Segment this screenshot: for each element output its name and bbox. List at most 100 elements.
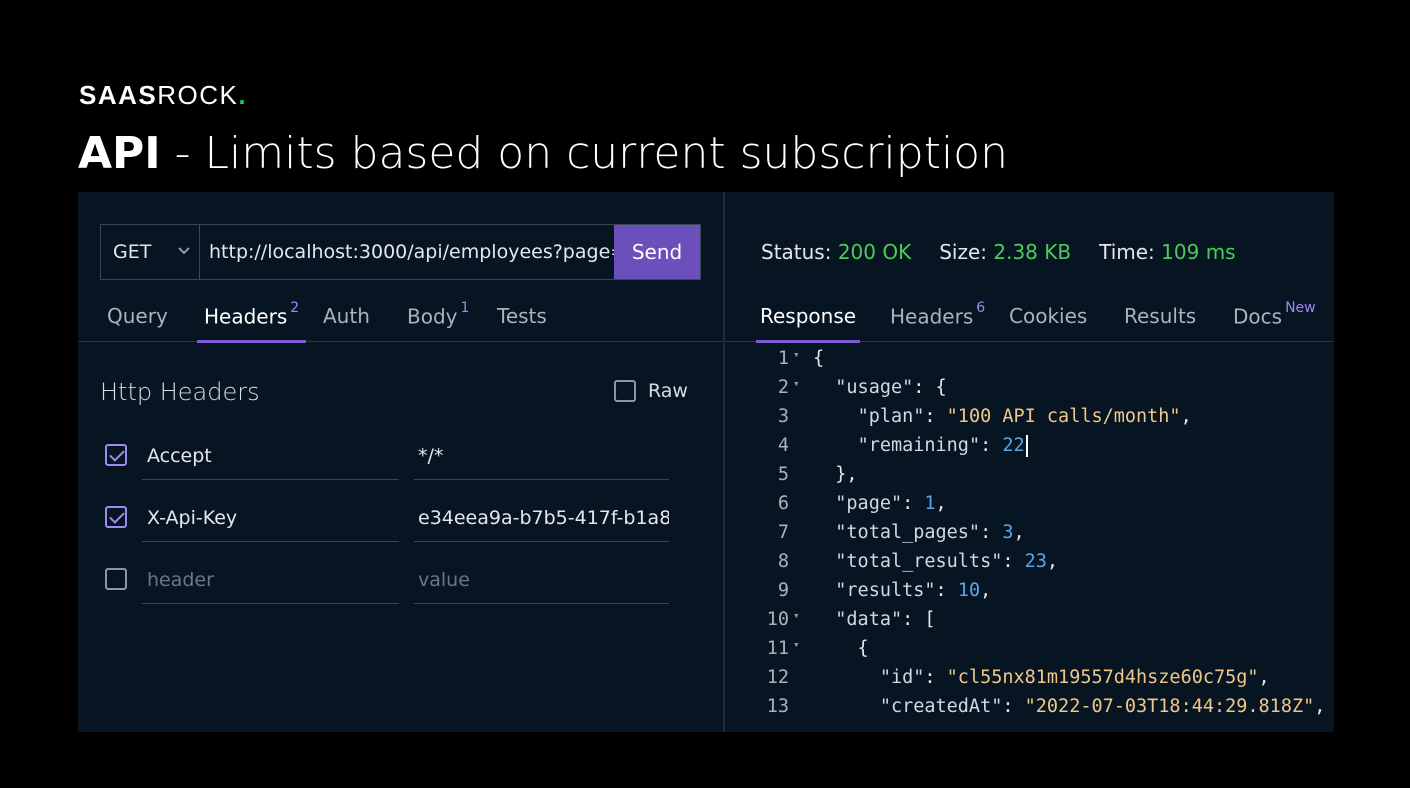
- tab-response-label: Response: [760, 304, 857, 328]
- tab-docs-badge: New: [1285, 300, 1316, 316]
- chevron-down-icon: [178, 247, 190, 255]
- line-number: 2: [777, 377, 789, 398]
- header-enabled-checkbox[interactable]: [105, 444, 127, 466]
- line-number: 8: [777, 551, 789, 572]
- code-line: 9 "results": 10,: [725, 576, 1334, 605]
- method-select[interactable]: GET: [101, 225, 200, 279]
- tab-response-headers-label: Headers: [890, 304, 974, 329]
- tab-query[interactable]: Query: [107, 304, 168, 342]
- code-text: "usage": {: [835, 377, 947, 398]
- api-client-window: GET http://localhost:3000/api/employees?…: [78, 192, 1334, 732]
- code-line: 11 ▾ {: [725, 634, 1334, 663]
- time-item: Time: 109 ms: [1099, 240, 1235, 264]
- tab-tests-label: Tests: [497, 304, 547, 328]
- page-title: API - Limits based on current subscripti…: [78, 128, 1008, 180]
- url-input[interactable]: http://localhost:3000/api/employees?page…: [200, 225, 614, 279]
- code-line: 2 ▾ "usage": {: [725, 373, 1334, 402]
- tab-response[interactable]: Response: [756, 304, 861, 343]
- header-value-input[interactable]: */*: [414, 432, 669, 480]
- code-line: 1 ▾ {: [725, 344, 1334, 373]
- response-tabs: Response Headers 6 Cookies Results Docs Ne…: [725, 300, 1334, 343]
- time-value: 109 ms: [1161, 240, 1236, 264]
- code-line: 5 },: [725, 460, 1334, 489]
- line-number: 10: [766, 609, 789, 630]
- header-key-input[interactable]: X-Api-Key: [142, 494, 399, 542]
- line-number: 1: [777, 348, 789, 369]
- fold-arrow-icon[interactable]: ▾: [793, 377, 800, 390]
- brand-logo: SAASROCK.: [79, 80, 247, 111]
- status-label: Status:: [761, 240, 832, 264]
- text-cursor: [1025, 435, 1028, 457]
- brand-logo-bold: SAAS: [79, 80, 158, 110]
- size-value: 2.38 KB: [993, 240, 1072, 264]
- raw-label: Raw: [648, 380, 688, 402]
- line-number: 3: [777, 406, 789, 427]
- tab-auth[interactable]: Auth: [323, 304, 370, 342]
- section-title: Http Headers: [100, 378, 260, 406]
- new-header-row: header value: [105, 556, 675, 604]
- brand-logo-light: ROCK: [157, 80, 239, 110]
- code-text: {: [813, 348, 825, 369]
- code-text: },: [813, 464, 858, 485]
- tab-results-label: Results: [1124, 304, 1197, 328]
- tab-response-headers[interactable]: Headers 6: [890, 300, 985, 342]
- tab-cookies[interactable]: Cookies: [1009, 304, 1087, 342]
- header-value-input[interactable]: e34eea9a-b7b5-417f-b1a8-7: [414, 494, 669, 542]
- code-text: "data": [: [835, 609, 936, 630]
- raw-toggle[interactable]: Raw: [614, 380, 688, 402]
- code-text: "results": 10,: [835, 580, 992, 601]
- tab-docs[interactable]: Docs New: [1233, 300, 1316, 342]
- time-label: Time:: [1099, 240, 1155, 264]
- response-panel: Status: 200 OK Size: 2.38 KB Time: 109 m…: [725, 192, 1334, 732]
- header-enabled-checkbox[interactable]: [105, 568, 127, 590]
- new-header-value-input[interactable]: value: [414, 556, 669, 604]
- code-line: 7 "total_pages": 3,: [725, 518, 1334, 547]
- size-label: Size:: [939, 240, 988, 264]
- header-key-input[interactable]: Accept: [142, 432, 399, 480]
- brand-logo-dot: .: [238, 80, 248, 110]
- new-header-key-input[interactable]: header: [142, 556, 399, 604]
- line-number: 7: [777, 522, 789, 543]
- request-tabs: Query Headers 2 Auth Body 1 Tests: [78, 300, 723, 343]
- code-line: 8 "total_results": 23,: [725, 547, 1334, 576]
- status-value: 200 OK: [837, 240, 912, 264]
- code-line: 3 "plan": "100 API calls/month",: [725, 402, 1334, 431]
- fold-arrow-icon[interactable]: ▾: [793, 638, 800, 651]
- header-enabled-checkbox[interactable]: [105, 506, 127, 528]
- line-number: 9: [777, 580, 789, 601]
- raw-checkbox[interactable]: [614, 380, 636, 402]
- page-title-rest: - Limits based on current subscription: [160, 128, 1008, 179]
- send-button[interactable]: Send: [614, 225, 700, 279]
- tab-body-label: Body: [407, 304, 458, 329]
- size-item: Size: 2.38 KB: [939, 240, 1071, 264]
- code-text: "total_pages": 3,: [835, 522, 1025, 543]
- request-panel: GET http://localhost:3000/api/employees?…: [78, 192, 723, 732]
- code-text: "total_results": 23,: [835, 551, 1059, 572]
- tab-query-label: Query: [107, 304, 168, 328]
- line-number: 5: [777, 464, 789, 485]
- tab-headers-badge: 2: [290, 300, 300, 316]
- url-bar: GET http://localhost:3000/api/employees?…: [100, 224, 701, 280]
- tab-tests[interactable]: Tests: [497, 304, 547, 342]
- fold-arrow-icon[interactable]: ▾: [793, 348, 800, 361]
- code-line: 12 "id": "cl55nx81m19557d4hsze60c75g",: [725, 663, 1334, 692]
- tab-auth-label: Auth: [323, 304, 370, 328]
- tab-headers[interactable]: Headers 2: [197, 300, 307, 343]
- active-tab-indicator: [756, 340, 861, 343]
- tab-body-badge: 1: [460, 300, 470, 316]
- tab-cookies-label: Cookies: [1009, 304, 1088, 328]
- method-value: GET: [113, 241, 152, 263]
- active-tab-indicator: [197, 340, 307, 343]
- tab-body[interactable]: Body 1: [407, 300, 469, 342]
- tab-response-headers-badge: 6: [976, 300, 986, 316]
- page-title-strong: API: [78, 128, 161, 179]
- code-text: {: [813, 638, 869, 659]
- fold-arrow-icon[interactable]: ▾: [793, 609, 800, 622]
- code-line: 10 ▾ "data": [: [725, 605, 1334, 634]
- code-text: "plan": "100 API calls/month",: [857, 406, 1192, 427]
- line-number: 6: [777, 493, 789, 514]
- code-text: "createdAt": "2022-07-03T18:44:29.818Z",: [879, 696, 1326, 717]
- tab-results[interactable]: Results: [1124, 304, 1196, 342]
- tab-docs-label: Docs: [1233, 304, 1283, 329]
- code-text: "id": "cl55nx81m19557d4hsze60c75g",: [879, 667, 1270, 688]
